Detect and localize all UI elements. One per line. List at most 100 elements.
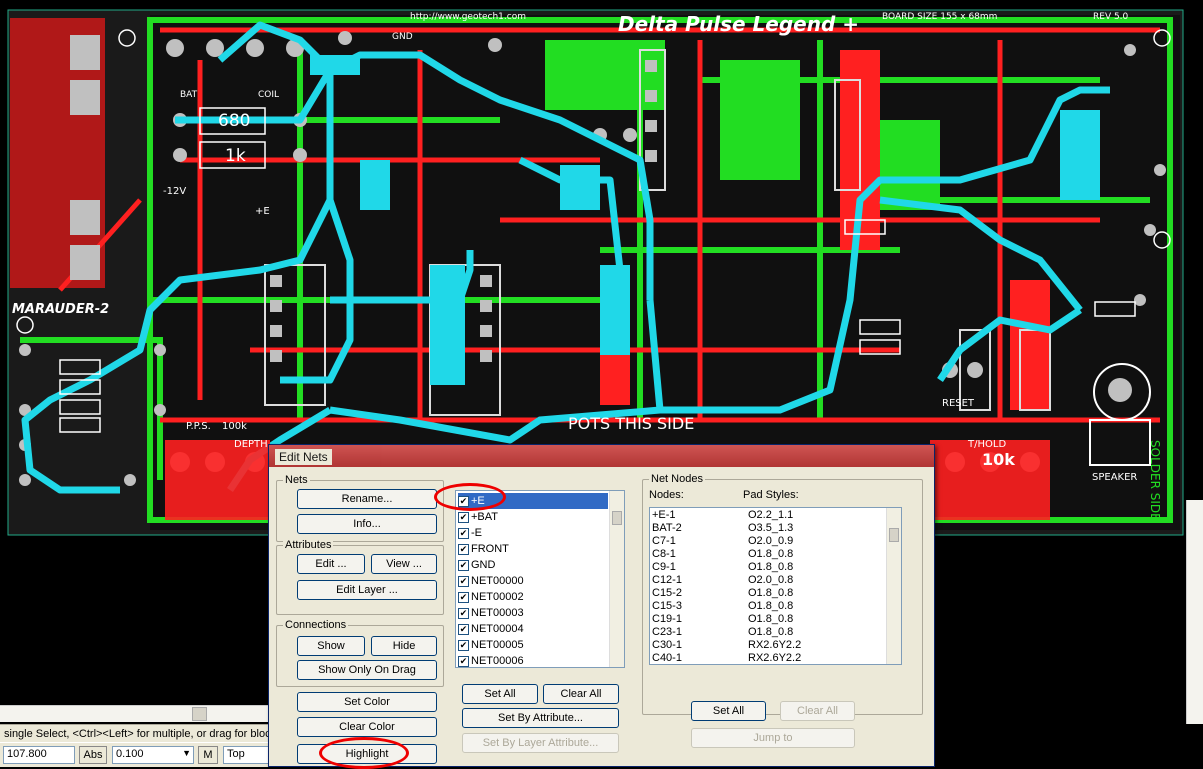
nodes-clear-all-button: Clear All — [780, 701, 855, 721]
coord-field[interactable]: 107.800 — [3, 746, 75, 764]
set-color-button[interactable]: Set Color — [297, 692, 437, 712]
net-checkbox[interactable]: ✔ — [458, 511, 469, 523]
edit-attribute-button[interactable]: Edit ... — [297, 554, 365, 574]
pcb-10k: 10k — [982, 450, 1015, 469]
net-node-row[interactable]: C15-2 O1.8_0.8 — [652, 587, 886, 600]
net-checkbox[interactable]: ✔ — [458, 607, 469, 619]
pcb-reset: RESET — [942, 398, 975, 409]
net-list-item[interactable]: ✔ -E — [458, 525, 608, 541]
pcb-speaker: SPEAKER — [1092, 472, 1138, 483]
node-pad-style: O1.8_0.8 — [748, 626, 794, 638]
pcb-board-size: BOARD SIZE 155 x 68mm — [882, 12, 998, 22]
node-name: BAT-2 — [652, 522, 682, 534]
node-name: +E-1 — [652, 509, 676, 521]
nets-clear-all-button[interactable]: Clear All — [543, 684, 619, 704]
highlight-annotation-circle — [319, 737, 409, 769]
net-list-item[interactable]: ✔ NET00003 — [458, 605, 608, 621]
m-button[interactable]: M — [198, 746, 218, 764]
grid-select[interactable]: 0.100 ▼ — [112, 746, 194, 764]
net-list-item[interactable]: ✔ NET00002 — [458, 589, 608, 605]
net-list-item[interactable]: ✔ NET00005 — [458, 637, 608, 653]
net-node-row[interactable]: BAT-2 O3.5_1.3 — [652, 522, 886, 535]
net-list-item[interactable]: ✔ NET00004 — [458, 621, 608, 637]
pcb-gnd: GND — [392, 32, 413, 42]
net-nodes-scrollbar[interactable] — [886, 508, 901, 664]
pcb-minus12v: -12V — [163, 186, 187, 197]
node-pad-style: O1.8_0.8 — [748, 600, 794, 612]
net-checkbox[interactable]: ✔ — [458, 543, 469, 555]
net-list-item[interactable]: ✔ +BAT — [458, 509, 608, 525]
node-pad-style: O3.5_1.3 — [748, 522, 794, 534]
pcb-url: http://www.geotech1.com — [410, 12, 526, 22]
horizontal-scrollbar[interactable] — [0, 705, 270, 722]
show-button[interactable]: Show — [297, 636, 365, 656]
node-name: C15-2 — [652, 587, 682, 599]
node-pad-style: O1.8_0.8 — [748, 587, 794, 599]
net-node-row[interactable]: C7-1 O2.0_0.9 — [652, 535, 886, 548]
net-name: NET00005 — [471, 639, 524, 651]
vertical-scrollbar[interactable] — [1186, 500, 1203, 724]
nets-group-label: Nets — [283, 474, 310, 486]
info-button[interactable]: Info... — [297, 514, 437, 534]
node-pad-style: O2.0_0.8 — [748, 574, 794, 586]
net-nodes-scroll-thumb[interactable] — [889, 528, 899, 542]
pcb-100k: 100k — [222, 421, 247, 432]
net-node-row[interactable]: C12-1 O2.0_0.8 — [652, 574, 886, 587]
net-list-scrollbar[interactable] — [609, 491, 624, 667]
net-list[interactable]: ✔ +E ✔ +BAT ✔ -E ✔ FRONT ✔ GND ✔ NET00000 ✔ NET00002 ✔… — [455, 490, 625, 668]
show-only-on-drag-button[interactable]: Show Only On Drag — [297, 660, 437, 680]
node-pad-style: O2.0_0.9 — [748, 535, 794, 547]
node-pad-style: O2.2_1.1 — [748, 509, 794, 521]
dialog-title: Edit Nets — [275, 449, 332, 465]
rename-button[interactable]: Rename... — [297, 489, 437, 509]
net-node-row[interactable]: C40-1 RX2.6Y2.2 — [652, 652, 886, 665]
net-node-row[interactable]: +E-1 O2.2_1.1 — [652, 509, 886, 522]
view-attribute-button[interactable]: View ... — [371, 554, 437, 574]
status-hint: single Select, <Ctrl><Left> for multiple… — [4, 728, 270, 740]
net-checkbox[interactable]: ✔ — [458, 527, 469, 539]
dialog-title-bar[interactable]: Edit Nets — [269, 445, 934, 467]
pcb-solder-side: SOLDER SIDE — [1148, 440, 1162, 521]
net-name: NET00000 — [471, 575, 524, 587]
clear-color-button[interactable]: Clear Color — [297, 717, 437, 737]
nodes-header: Nodes: — [649, 489, 684, 501]
net-list-item[interactable]: ✔ FRONT — [458, 541, 608, 557]
net-node-row[interactable]: C23-1 O1.8_0.8 — [652, 626, 886, 639]
nodes-set-all-button[interactable]: Set All — [691, 701, 766, 721]
pcb-depth: DEPTH — [234, 439, 268, 450]
net-node-row[interactable]: C8-1 O1.8_0.8 — [652, 548, 886, 561]
set-by-layer-attribute-button: Set By Layer Attribute... — [462, 733, 619, 753]
set-by-attribute-button[interactable]: Set By Attribute... — [462, 708, 619, 728]
net-checkbox[interactable]: ✔ — [458, 559, 469, 571]
net-checkbox[interactable]: ✔ — [458, 655, 469, 667]
hide-button[interactable]: Hide — [371, 636, 437, 656]
net-name: +BAT — [471, 511, 499, 523]
net-list-scroll-thumb[interactable] — [612, 511, 622, 525]
nets-set-all-button[interactable]: Set All — [462, 684, 538, 704]
abs-button[interactable]: Abs — [79, 746, 107, 764]
net-checkbox[interactable]: ✔ — [458, 575, 469, 587]
net-node-row[interactable]: C9-1 O1.8_0.8 — [652, 561, 886, 574]
net-nodes-list[interactable]: +E-1 O2.2_1.1 BAT-2 O3.5_1.3 C7-1 O2.0_0.9 C8-… — [649, 507, 902, 665]
net-name: -E — [471, 527, 482, 539]
pcb-pps: P.P.S. — [186, 421, 211, 432]
node-pad-style: O1.8_0.8 — [748, 613, 794, 625]
net-node-row[interactable]: C19-1 O1.8_0.8 — [652, 613, 886, 626]
net-checkbox[interactable]: ✔ — [458, 623, 469, 635]
node-name: C7-1 — [652, 535, 676, 547]
net-list-item[interactable]: ✔ NET00006 — [458, 653, 608, 669]
pcb-rev: REV 5.0 — [1093, 12, 1129, 22]
connections-group-label: Connections — [283, 619, 349, 631]
net-checkbox[interactable]: ✔ — [458, 639, 469, 651]
node-name: C40-1 — [652, 652, 682, 664]
net-node-row[interactable]: C30-1 RX2.6Y2.2 — [652, 639, 886, 652]
pcb-brand: Delta Pulse Legend + — [618, 12, 859, 36]
net-checkbox[interactable]: ✔ — [458, 591, 469, 603]
layer-field[interactable]: Top — [223, 746, 269, 764]
net-list-item[interactable]: ✔ GND — [458, 557, 608, 573]
edit-layer-button[interactable]: Edit Layer ... — [297, 580, 437, 600]
pcb-680: 680 — [218, 111, 251, 131]
net-list-item[interactable]: ✔ NET00000 — [458, 573, 608, 589]
scroll-thumb[interactable] — [192, 707, 207, 721]
net-node-row[interactable]: C15-3 O1.8_0.8 — [652, 600, 886, 613]
